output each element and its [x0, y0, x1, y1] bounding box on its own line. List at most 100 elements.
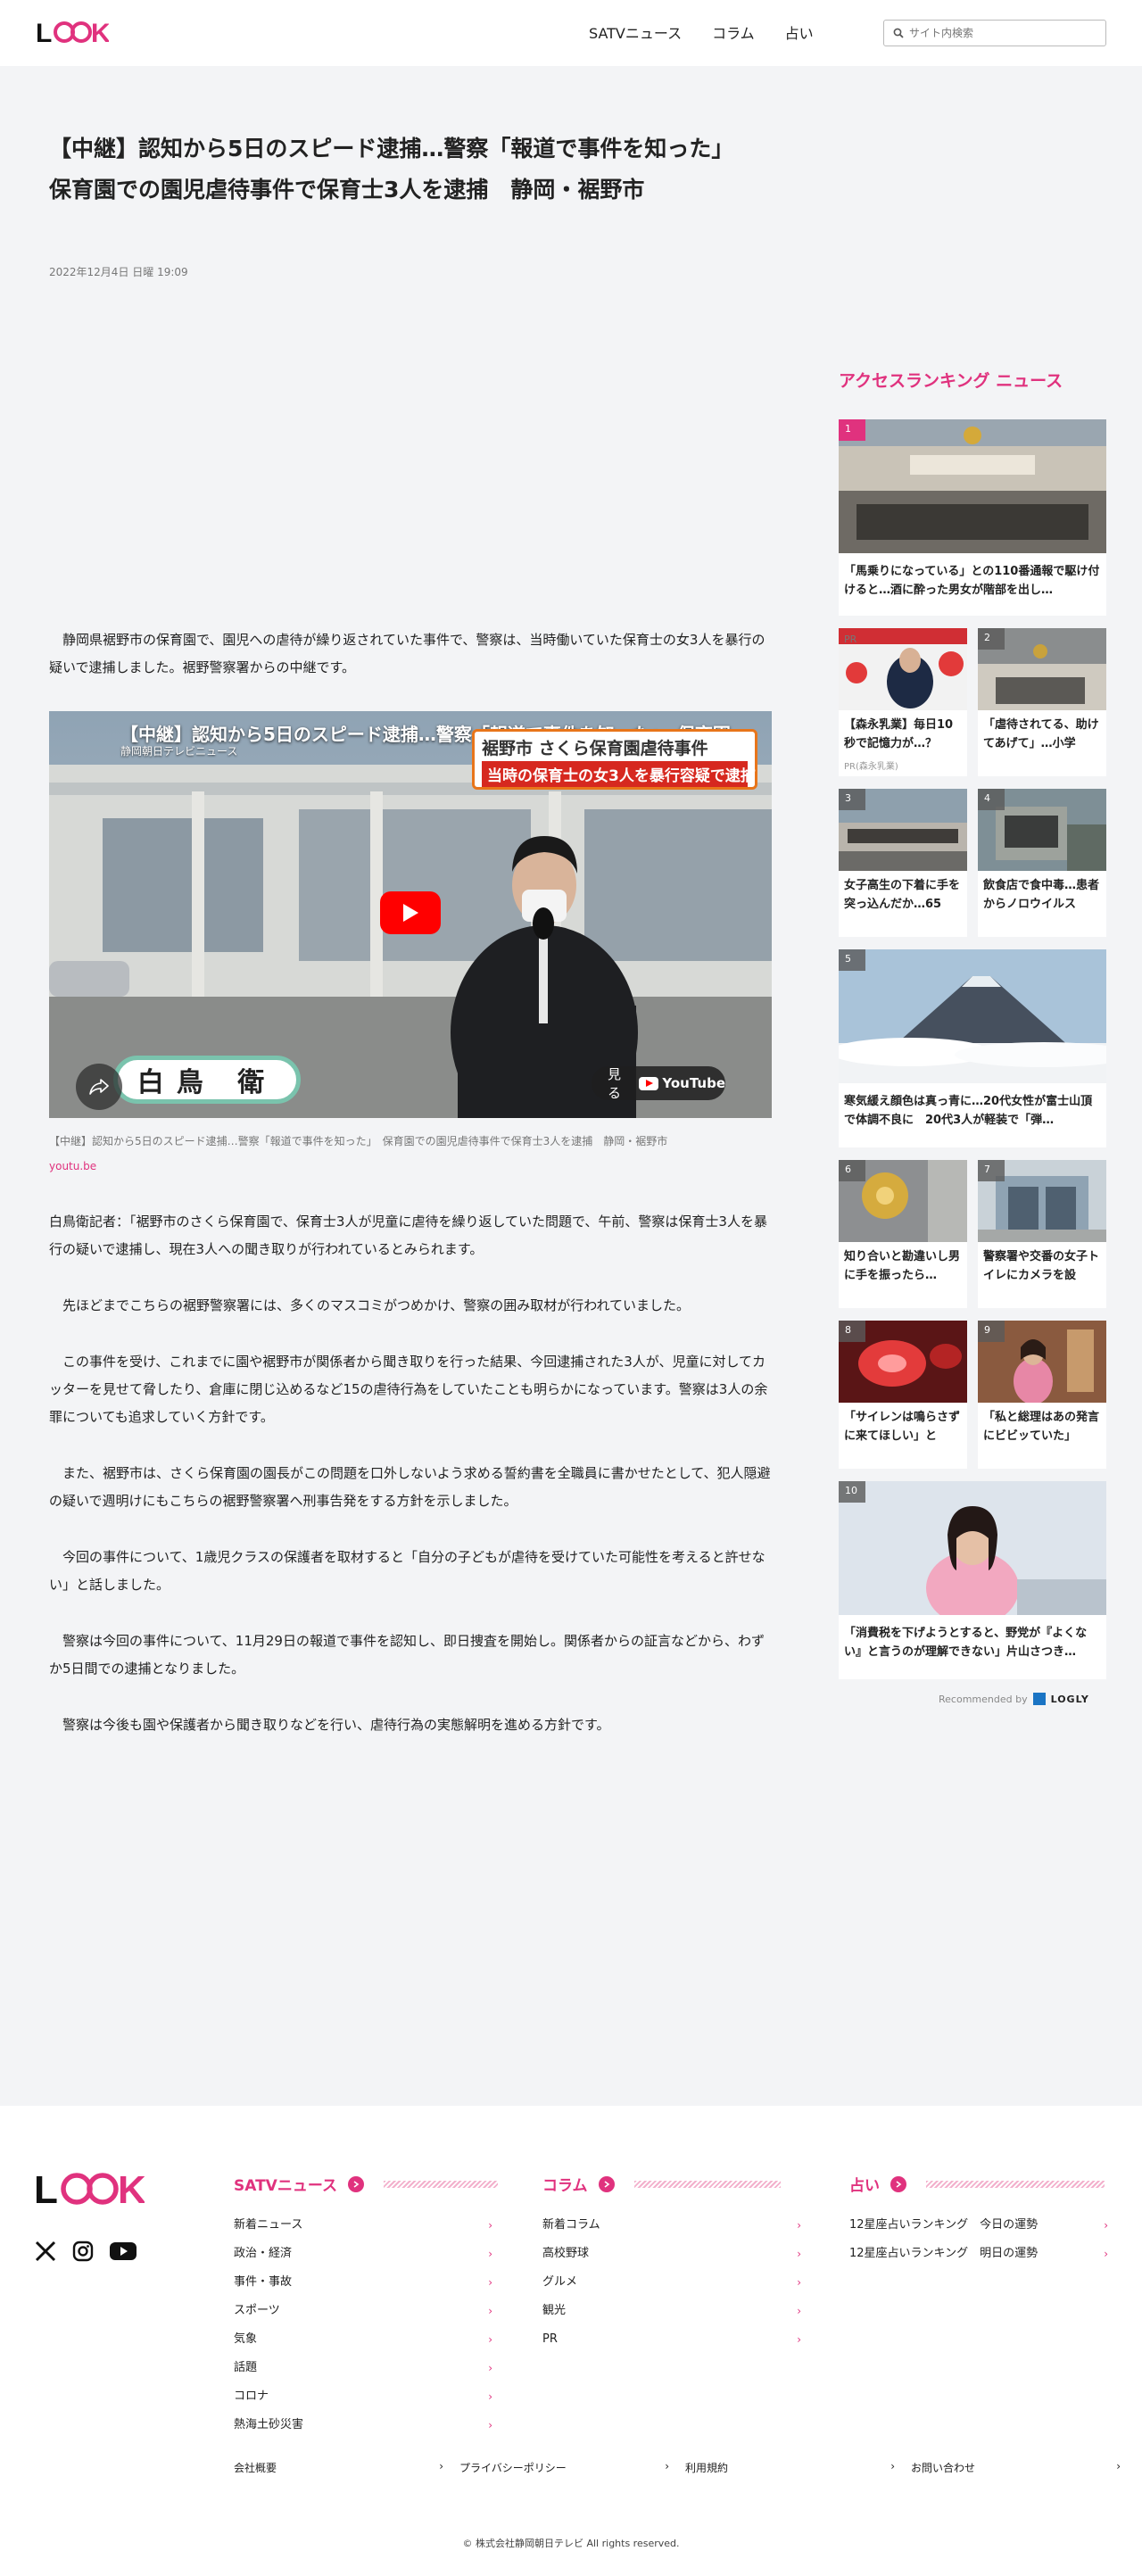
- ranking-text: 女子高生の下着に手を突っ込んだか…65: [844, 879, 961, 911]
- site-header: L K SATVニュース コラム 占い: [0, 0, 1142, 66]
- rank-number: 5: [839, 949, 865, 971]
- chevron-right-icon: ›: [488, 2248, 492, 2260]
- copyright: © 株式会社静岡朝日テレビ All rights reserved.: [462, 2538, 680, 2549]
- footer-bottom-link-label: プライバシーポリシー: [459, 2462, 567, 2474]
- footer-col-header[interactable]: コラム: [542, 2173, 801, 2195]
- footer-link[interactable]: コロナ ›: [234, 2382, 492, 2411]
- footer-bottom-link-label: お問い合わせ: [911, 2462, 976, 2474]
- site-footer: L K SATVニュース 新着ニュース › 政治・経済 › 事件・事故 › スポーツ ›…: [0, 2106, 1142, 2576]
- footer-link-label: PR: [542, 2332, 558, 2346]
- chevron-right-icon: ›: [797, 2219, 801, 2232]
- ranking-thumbnail: [839, 628, 967, 710]
- ranking-item-1[interactable]: 1 「馬乗りになっている」との110番通報で駆け付けると…酒に酔った男女が階部を…: [839, 419, 1106, 616]
- footer-bottom-link[interactable]: お問い合わせ ›: [911, 2460, 1137, 2475]
- video-channel[interactable]: 静岡朝日テレビニュース: [120, 743, 237, 758]
- article-date: 2022年12月4日 日曜 19:09: [49, 266, 188, 278]
- svg-text:K: K: [118, 2168, 145, 2209]
- footer-link-label: スポーツ: [234, 2304, 280, 2317]
- footer-col-header[interactable]: SATVニュース: [234, 2173, 498, 2195]
- footer-link-label: 事件・事故: [234, 2275, 293, 2289]
- rank-number: 1: [839, 419, 865, 441]
- telop-line-1: 裾野市 さくら保育園虐待事件: [482, 739, 708, 758]
- play-button[interactable]: [380, 891, 441, 934]
- instagram-icon[interactable]: [71, 2240, 95, 2263]
- rank-number: 9: [978, 1321, 1005, 1342]
- nav-fortune[interactable]: 占い: [785, 21, 814, 43]
- main-nav: SATVニュース コラム 占い: [589, 21, 814, 43]
- footer-link-label: 12星座占いランキング 今日の運勢: [849, 2218, 1039, 2232]
- nav-column[interactable]: コラム: [712, 21, 755, 43]
- footer-link[interactable]: 熱海土砂災害 ›: [234, 2411, 492, 2439]
- footer-link[interactable]: 新着ニュース ›: [234, 2211, 492, 2240]
- nav-satv-news[interactable]: SATVニュース: [589, 21, 682, 43]
- ranking-item-pr[interactable]: PR 【森永乳業】毎日10秒で記憶力が…？ PR(森永乳業): [839, 628, 967, 776]
- rank-number: 4: [978, 789, 1005, 810]
- look-logo[interactable]: L K: [36, 18, 109, 46]
- footer-col-header[interactable]: 占い: [849, 2173, 1108, 2195]
- footer-col-title: SATVニュース: [234, 2177, 337, 2195]
- footer-bottom-link-label: 利用規約: [685, 2462, 729, 2474]
- article-paragraph: 先ほどまでこちらの裾野警察署には、多くのマスコミがつめかけ、警察の囲み取材が行わ…: [49, 1297, 691, 1313]
- chevron-right-icon: ›: [797, 2276, 801, 2289]
- footer-col-title: コラム: [542, 2177, 588, 2195]
- footer-bottom-links: 会社概要 › プライバシーポリシー › 利用規約 › お問い合わせ ›: [234, 2460, 1137, 2475]
- recommended-by[interactable]: Recommended by LOGLY: [939, 1693, 1089, 1705]
- ranking-item-5[interactable]: 5 寒気緩え顔色は真っ青に…20代女性が富士山頂で体調不良に 20代3人が軽装で…: [839, 949, 1106, 1147]
- footer-link[interactable]: 観光 ›: [542, 2297, 801, 2325]
- footer-link-label: コロナ: [234, 2390, 269, 2403]
- chevron-right-icon: ›: [1116, 2460, 1121, 2472]
- share-button[interactable]: [76, 1064, 122, 1110]
- ranking-item-10[interactable]: 10 「消費税を下げようとすると、野党が『よくない』と言うのが理解できない」片山…: [839, 1481, 1106, 1679]
- footer-link[interactable]: 新着コラム ›: [542, 2211, 801, 2240]
- chevron-right-icon: ›: [797, 2305, 801, 2317]
- video-embed[interactable]: 【中継】認知から5日のスピード逮捕…警察「報道で事件を知った」 保育園 静岡朝日…: [49, 711, 772, 1118]
- footer-link[interactable]: 12星座占いランキング 明日の運勢 ›: [849, 2240, 1108, 2268]
- chevron-right-icon: ›: [488, 2390, 492, 2403]
- footer-link[interactable]: 12星座占いランキング 今日の運勢 ›: [849, 2211, 1108, 2240]
- article-paragraph: また、裾野市は、さくら保育園の園長がこの問題を口外しないよう求める誓約書を全職員…: [49, 1465, 771, 1509]
- footer-link[interactable]: 政治・経済 ›: [234, 2240, 492, 2268]
- footer-link[interactable]: 気象 ›: [234, 2325, 492, 2354]
- ranking-text: 「サイレンは鳴らさずに来てほしい」と: [844, 1411, 961, 1443]
- ranking-thumbnail: [839, 419, 1106, 553]
- chevron-right-icon: [890, 2175, 906, 2192]
- search-box[interactable]: [883, 20, 1106, 46]
- ranking-text: 「虐待されてる、助けてあげて」…小学: [983, 718, 1099, 750]
- pr-label: PR: [844, 634, 857, 645]
- play-icon: [403, 904, 418, 922]
- decorative-stripe: [926, 2180, 1105, 2188]
- footer-link[interactable]: 事件・事故 ›: [234, 2268, 492, 2297]
- ranking-item-7[interactable]: 7 警察署や交番の女子トイレにカメラを設: [978, 1160, 1106, 1308]
- footer-look-logo[interactable]: L K: [34, 2168, 145, 2209]
- ranking-item-3[interactable]: 3 女子高生の下着に手を突っ込んだか…65: [839, 789, 967, 937]
- rank-number: 10: [839, 1481, 865, 1503]
- footer-bottom-link[interactable]: 会社概要 ›: [234, 2460, 459, 2475]
- search-input[interactable]: [909, 27, 1088, 39]
- chevron-right-icon: ›: [488, 2219, 492, 2232]
- ranking-item-9[interactable]: 9 「私と総理はあの発言にビビッていた」: [978, 1321, 1106, 1469]
- ranking-text: 【森永乳業】毎日10秒で記憶力が…？: [844, 718, 954, 750]
- ranking-item-2[interactable]: 2 「虐待されてる、助けてあげて」…小学: [978, 628, 1106, 776]
- footer-link[interactable]: 話題 ›: [234, 2354, 492, 2382]
- article-body: 白鳥衛記者：「裾野市のさくら保育園で、保育士3人が児童に虐待を繰り返していた問題…: [49, 1208, 772, 1768]
- article-paragraph: この事件を受け、これまでに園や裾野市が関係者から聞き取りを行った結果、今回逮捕さ…: [49, 1354, 768, 1425]
- footer-link[interactable]: 高校野球 ›: [542, 2240, 801, 2268]
- ranking-item-8[interactable]: 8 「サイレンは鳴らさずに来てほしい」と: [839, 1321, 967, 1469]
- footer-bottom-link[interactable]: プライバシーポリシー ›: [459, 2460, 685, 2475]
- watch-on-youtube-button[interactable]: 見る YouTube: [592, 1066, 725, 1101]
- footer-link[interactable]: グルメ ›: [542, 2268, 801, 2297]
- search-icon: [893, 28, 904, 38]
- telop-line-2: 当時の保育士の女3人を暴行容疑で逮捕: [482, 761, 756, 787]
- ranking-item-4[interactable]: 4 飲食店で食中毒…患者からノロウイルス: [978, 789, 1106, 937]
- youtube-icon[interactable]: [109, 2241, 137, 2262]
- ranking-title: アクセスランキング ニュース: [839, 371, 1063, 391]
- footer-link-label: 新着ニュース: [234, 2218, 303, 2232]
- ranking-item-6[interactable]: 6 知り合いと勘違いし男に手を振ったら…: [839, 1160, 967, 1308]
- footer-link[interactable]: スポーツ ›: [234, 2297, 492, 2325]
- footer-bottom-link[interactable]: 利用規約 ›: [685, 2460, 911, 2475]
- footer-link[interactable]: PR ›: [542, 2325, 801, 2354]
- video-source-link[interactable]: youtu.be: [49, 1160, 96, 1172]
- chevron-right-icon: ›: [488, 2419, 492, 2431]
- ranking-thumbnail: [839, 1481, 1106, 1615]
- x-icon[interactable]: [34, 2240, 57, 2263]
